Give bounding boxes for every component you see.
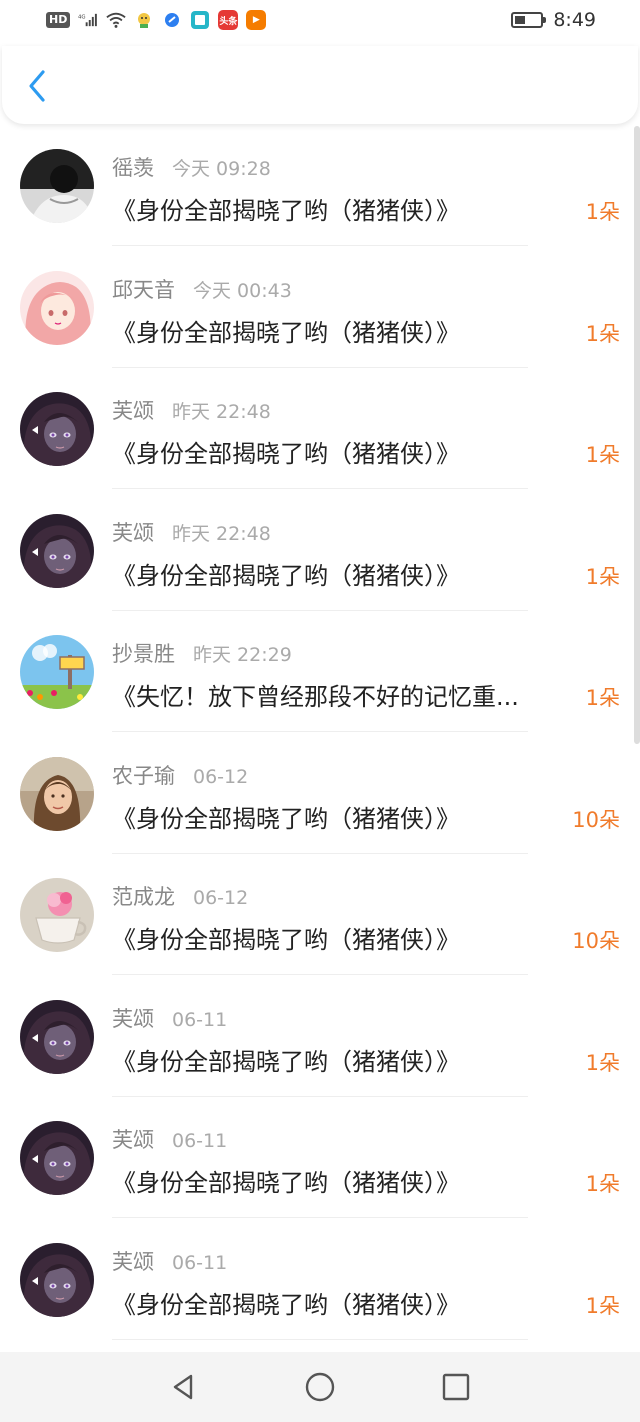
avatar[interactable] <box>20 1242 94 1317</box>
item-meta: 邱天音 今天 00:43 <box>112 274 292 304</box>
flower-count: 1朵 <box>585 443 620 467</box>
network-type-label: 4G <box>78 14 86 20</box>
list-item[interactable]: 芙颂 06-11 《身份全部揭晓了哟（猪猪侠）》 1朵 <box>0 1218 640 1340</box>
timestamp: 昨天 22:29 <box>193 644 292 666</box>
list-item[interactable]: 芙颂 昨天 22:48 《身份全部揭晓了哟（猪猪侠）》 1朵 <box>0 489 640 611</box>
top-header <box>2 46 638 124</box>
avatar[interactable] <box>20 513 94 588</box>
toutiao-app-icon: 头条 <box>218 10 239 30</box>
chevron-left-icon <box>29 70 45 102</box>
book-title[interactable]: 《身份全部揭晓了哟（猪猪侠）》 <box>112 556 576 591</box>
flower-count: 1朵 <box>585 564 620 589</box>
battery-icon <box>511 12 547 28</box>
avatar[interactable] <box>20 756 94 831</box>
book-title[interactable]: 《身份全部揭晓了哟（猪猪侠）》 <box>112 1042 576 1077</box>
avatar[interactable] <box>20 149 94 223</box>
timestamp: 06-11 <box>172 1130 228 1152</box>
item-meta: 芙颂 06-11 <box>112 1003 227 1033</box>
avatar[interactable] <box>20 999 94 1074</box>
mascot-app-icon <box>134 10 154 30</box>
book-title[interactable]: 《身份全部揭晓了哟（猪猪侠）》 <box>112 920 576 955</box>
list-item[interactable]: 徭羡 今天 09:28 《身份全部揭晓了哟（猪猪侠）》 1朵 <box>0 124 640 246</box>
book-title[interactable]: 《失忆！放下曾经那段不好的记忆重... <box>112 677 576 712</box>
item-meta: 范成龙 06-12 <box>112 881 248 911</box>
status-icons-right: 8:49 <box>511 9 596 31</box>
user-name[interactable]: 农子瑜 <box>112 760 175 790</box>
scrollbar[interactable] <box>634 126 640 744</box>
flower-count: 1朵 <box>585 1172 620 1196</box>
book-title[interactable]: 《身份全部揭晓了哟（猪猪侠）》 <box>112 313 576 348</box>
video-app-icon: ▶ <box>246 10 267 30</box>
avatar[interactable] <box>20 878 94 952</box>
wifi-icon <box>106 10 127 30</box>
nav-back-button[interactable] <box>162 1365 206 1409</box>
book-title[interactable]: 《身份全部揭晓了哟（猪猪侠）》 <box>112 1285 576 1320</box>
reader-app-icon <box>190 10 210 30</box>
timestamp: 今天 00:43 <box>193 279 292 302</box>
flower-count: 10朵 <box>572 807 620 832</box>
timestamp: 06-11 <box>172 1251 228 1274</box>
item-meta: 芙颂 昨天 22:48 <box>112 517 271 547</box>
user-name[interactable]: 芙颂 <box>112 1003 154 1033</box>
item-meta: 芙颂 06-11 <box>112 1246 227 1276</box>
nav-home-button[interactable] <box>298 1365 342 1409</box>
user-name[interactable]: 芙颂 <box>112 1246 154 1276</box>
flower-gift-list[interactable]: 徭羡 今天 09:28 《身份全部揭晓了哟（猪猪侠）》 1朵 邱天音 今天 00:43 《… <box>0 124 640 1352</box>
flower-count: 1朵 <box>585 200 620 224</box>
list-item[interactable]: 芙颂 06-11 《身份全部揭晓了哟（猪猪侠）》 1朵 <box>0 1096 640 1218</box>
flower-count: 1朵 <box>585 1293 620 1318</box>
list-item[interactable]: 邱天音 今天 00:43 《身份全部揭晓了哟（猪猪侠）》 1朵 <box>0 246 640 368</box>
item-meta: 农子瑜 06-12 <box>112 760 248 790</box>
divider <box>112 1338 528 1340</box>
nav-recents-button[interactable] <box>434 1365 478 1409</box>
user-name[interactable]: 芙颂 <box>112 517 154 547</box>
book-title[interactable]: 《身份全部揭晓了哟（猪猪侠）》 <box>112 1163 576 1198</box>
avatar[interactable] <box>20 270 94 345</box>
triangle-back-icon <box>173 1374 193 1400</box>
timestamp: 昨天 22:48 <box>172 522 271 545</box>
signal-icon: 4G <box>78 10 98 30</box>
timestamp: 06-11 <box>172 1008 228 1031</box>
blue-app-icon <box>162 10 182 30</box>
system-navigation-bar <box>0 1352 640 1422</box>
avatar[interactable] <box>20 392 94 466</box>
timestamp: 昨天 22:48 <box>172 401 271 423</box>
list-item[interactable]: 范成龙 06-12 《身份全部揭晓了哟（猪猪侠）》 10朵 <box>0 853 640 975</box>
timestamp: 今天 09:28 <box>172 158 271 180</box>
user-name[interactable]: 范成龙 <box>112 881 175 911</box>
user-name[interactable]: 芙颂 <box>112 395 154 425</box>
list-item[interactable]: 农子瑜 06-12 《身份全部揭晓了哟（猪猪侠）》 10朵 <box>0 732 640 854</box>
list-item[interactable]: 抄景胜 昨天 22:29 《失忆！放下曾经那段不好的记忆重... 1朵 <box>0 610 640 732</box>
clock: 8:49 <box>553 9 596 31</box>
book-title[interactable]: 《身份全部揭晓了哟（猪猪侠）》 <box>112 191 576 226</box>
item-meta: 芙颂 昨天 22:48 <box>112 395 271 425</box>
timestamp: 06-12 <box>193 887 249 909</box>
user-name[interactable]: 芙颂 <box>112 1124 154 1154</box>
user-name[interactable]: 邱天音 <box>112 274 175 304</box>
timestamp: 06-12 <box>193 765 249 788</box>
user-name[interactable]: 抄景胜 <box>112 638 175 668</box>
hd-indicator: HD <box>46 12 71 28</box>
list-item[interactable]: 芙颂 昨天 22:48 《身份全部揭晓了哟（猪猪侠）》 1朵 <box>0 367 640 489</box>
item-meta: 芙颂 06-11 <box>112 1124 227 1154</box>
item-meta: 抄景胜 昨天 22:29 <box>112 638 292 668</box>
flower-count: 1朵 <box>585 321 620 346</box>
avatar[interactable] <box>20 1121 94 1195</box>
flower-count: 1朵 <box>585 1050 620 1075</box>
flower-count: 1朵 <box>585 686 620 710</box>
flower-count: 10朵 <box>572 929 620 953</box>
item-meta: 徭羡 今天 09:28 <box>112 152 271 182</box>
book-title[interactable]: 《身份全部揭晓了哟（猪猪侠）》 <box>112 434 576 469</box>
status-bar: HD 4G 头条 ▶ 8:49 <box>0 0 640 44</box>
back-button[interactable] <box>20 68 54 104</box>
list-item[interactable]: 芙颂 06-11 《身份全部揭晓了哟（猪猪侠）》 1朵 <box>0 975 640 1097</box>
avatar[interactable] <box>20 635 94 709</box>
user-name[interactable]: 徭羡 <box>112 152 154 182</box>
square-recents-icon <box>442 1373 470 1401</box>
circle-home-icon <box>305 1372 335 1402</box>
book-title[interactable]: 《身份全部揭晓了哟（猪猪侠）》 <box>112 799 576 834</box>
status-icons-left: HD 4G 头条 ▶ <box>46 10 267 30</box>
